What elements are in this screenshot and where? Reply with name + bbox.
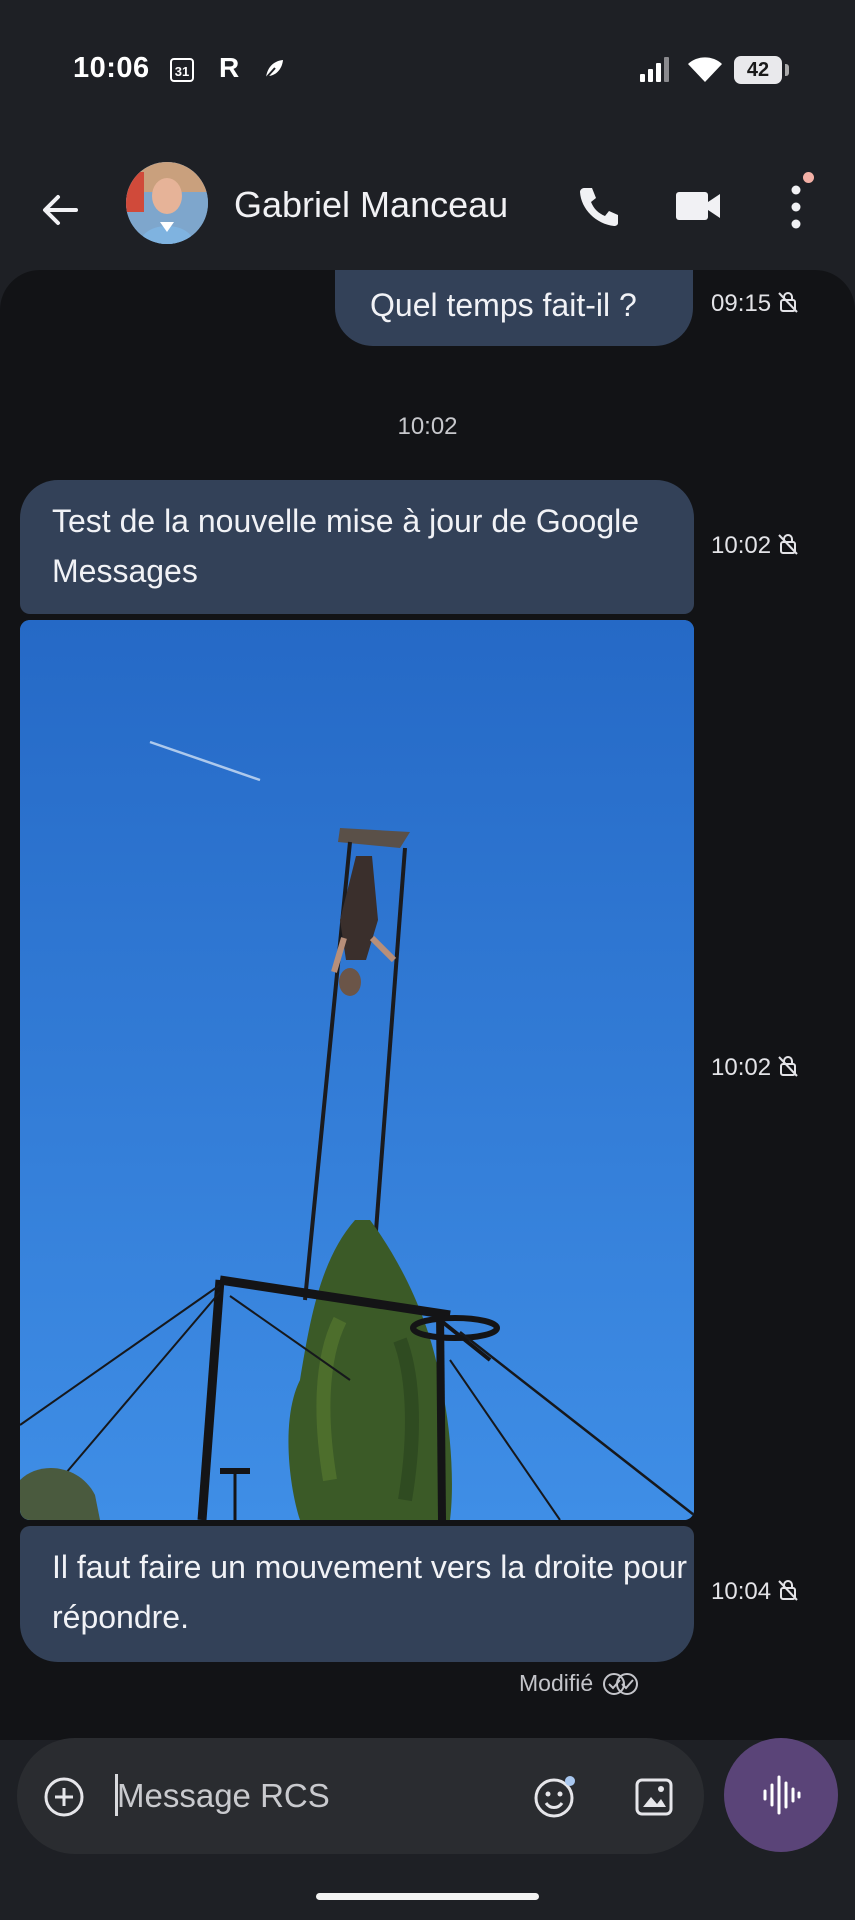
encryption-off-icon bbox=[778, 292, 798, 313]
app-bar: Gabriel Manceau bbox=[0, 150, 855, 260]
encryption-off-icon bbox=[778, 534, 798, 555]
message-bubble-incoming[interactable]: Il faut faire un mouvement vers la droit… bbox=[20, 1526, 694, 1662]
message-bubble-outgoing[interactable]: Quel temps fait-il ? bbox=[335, 270, 693, 346]
conversation-list[interactable]: Quel temps fait-il ? 09:15 10:02 Test de… bbox=[0, 270, 855, 1740]
leaf-icon bbox=[263, 58, 285, 85]
message-timestamp: 10:02 bbox=[711, 532, 799, 560]
message-timestamp: 10:02 bbox=[711, 1054, 799, 1082]
modified-status: Modifié bbox=[519, 1670, 641, 1697]
gallery-button[interactable] bbox=[633, 1776, 675, 1818]
more-options-button[interactable] bbox=[780, 180, 812, 234]
avatar[interactable] bbox=[126, 162, 208, 244]
signal-icon bbox=[640, 56, 674, 89]
message-input[interactable] bbox=[117, 1771, 417, 1821]
status-bar: 10:06 31 R 42 bbox=[0, 0, 855, 140]
message-timestamp: 10:04 bbox=[711, 1578, 799, 1606]
emoji-button[interactable] bbox=[533, 1775, 577, 1819]
encryption-off-icon bbox=[778, 1056, 798, 1077]
delivered-read-icon bbox=[603, 1673, 639, 1695]
message-timestamp: 09:15 bbox=[711, 290, 799, 318]
notification-dot bbox=[803, 172, 814, 183]
contact-name[interactable]: Gabriel Manceau bbox=[234, 184, 508, 226]
video-call-button[interactable] bbox=[672, 182, 724, 230]
encryption-off-icon bbox=[778, 1580, 798, 1601]
wifi-icon bbox=[686, 54, 724, 89]
add-attachment-button[interactable] bbox=[43, 1776, 85, 1818]
voice-message-button[interactable] bbox=[724, 1738, 838, 1852]
battery-icon: 42 bbox=[734, 56, 782, 84]
voice-wave-icon bbox=[763, 1775, 801, 1815]
back-button[interactable] bbox=[38, 188, 82, 232]
emoji-icon bbox=[534, 1776, 575, 1818]
gallery-icon bbox=[635, 1778, 673, 1816]
more-vert-icon bbox=[791, 185, 801, 229]
back-arrow-icon bbox=[43, 195, 78, 225]
message-image[interactable] bbox=[20, 620, 694, 1520]
phone-icon bbox=[580, 188, 618, 226]
status-time: 10:06 bbox=[73, 52, 150, 84]
r-app-icon: R bbox=[219, 52, 240, 83]
call-button[interactable] bbox=[574, 182, 622, 230]
calendar-icon: 31 bbox=[170, 58, 194, 82]
video-camera-icon bbox=[676, 192, 720, 220]
message-composer bbox=[17, 1738, 704, 1854]
battery-tip bbox=[785, 64, 789, 76]
home-indicator[interactable] bbox=[316, 1893, 539, 1900]
date-separator: 10:02 bbox=[397, 413, 458, 440]
message-bubble-incoming[interactable]: Test de la nouvelle mise à jour de Googl… bbox=[20, 480, 694, 614]
add-circle-icon bbox=[44, 1777, 84, 1817]
